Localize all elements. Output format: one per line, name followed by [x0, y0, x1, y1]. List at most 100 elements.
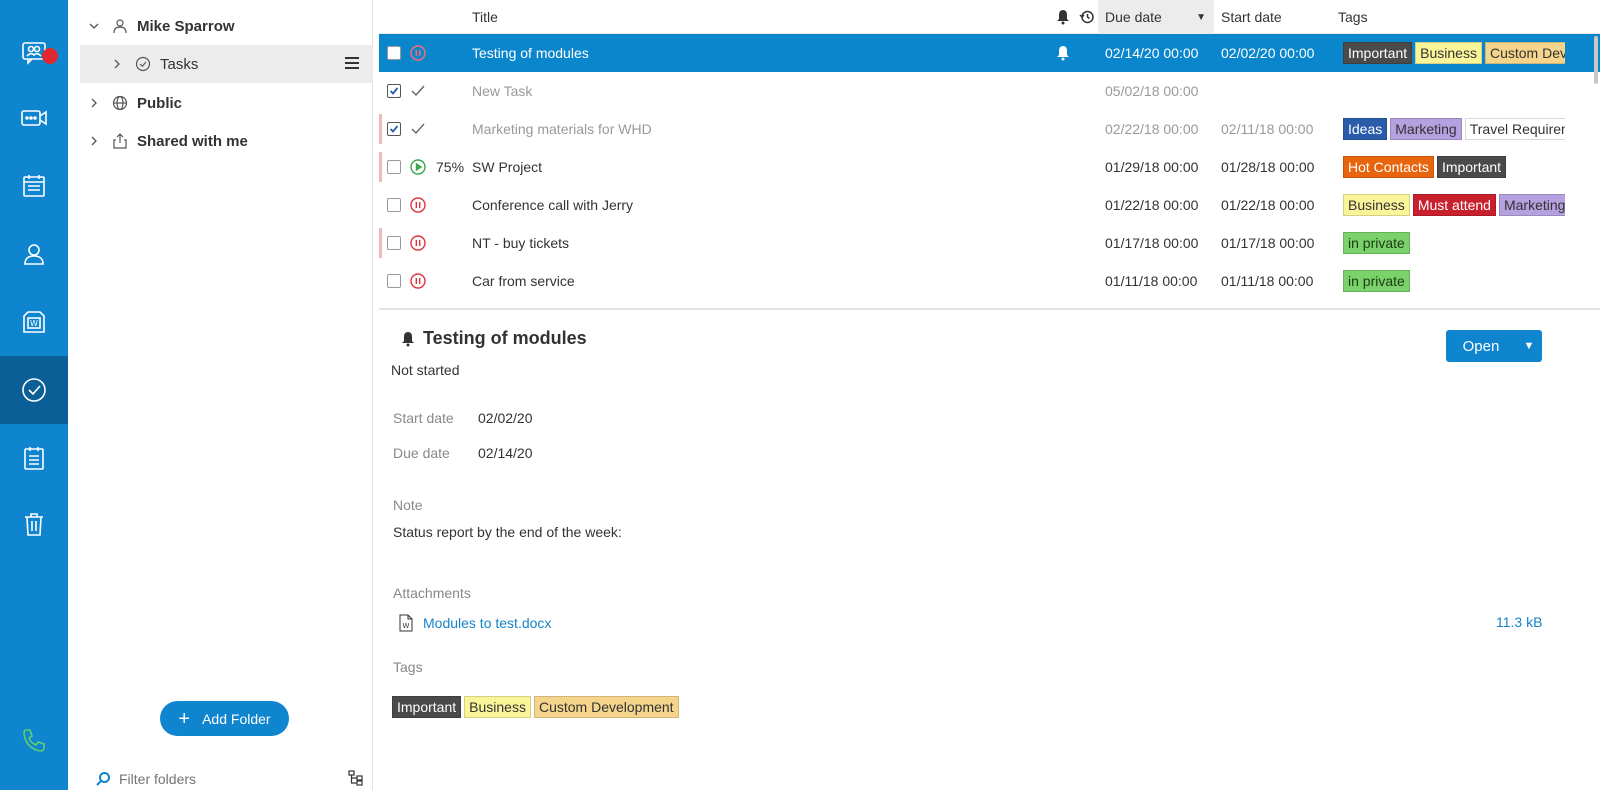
task-row[interactable]: Marketing materials for WHD 02/22/18 00:0…	[379, 110, 1600, 148]
history-icon	[1079, 10, 1094, 24]
task-title: Car from service	[472, 273, 575, 289]
tag: Business	[464, 696, 531, 718]
folder-tree-icon[interactable]	[348, 770, 364, 786]
search-icon	[96, 772, 110, 786]
rail-notes-button[interactable]	[0, 424, 68, 492]
globe-icon	[111, 94, 129, 112]
attachment-link[interactable]: Modules to test.docx	[423, 615, 551, 631]
folder-tasks-label: Tasks	[160, 55, 199, 73]
task-checkbox[interactable]	[387, 84, 401, 98]
chevron-right-icon[interactable]	[110, 57, 124, 71]
menu-icon[interactable]	[345, 56, 359, 70]
bell-icon	[1057, 10, 1069, 25]
task-checkbox[interactable]	[387, 46, 401, 60]
detail-status: Not started	[391, 362, 460, 378]
task-tags: IdeasMarketingTravel Requirements	[1343, 110, 1565, 148]
task-checkbox[interactable]	[387, 198, 401, 212]
task-due-date: 01/11/18 00:00	[1105, 273, 1198, 289]
tag: Ideas	[1343, 118, 1388, 140]
task-list-header: Title Due date ▼ Start date Tags	[379, 0, 1600, 34]
bell-icon	[402, 331, 414, 346]
paused-status-icon[interactable]	[410, 186, 426, 224]
task-tags: in private	[1343, 262, 1565, 300]
phone-icon	[23, 729, 45, 752]
tag: Important	[1343, 42, 1413, 64]
rail-phone-button[interactable]	[0, 706, 68, 774]
column-header-title[interactable]: Title	[472, 0, 498, 34]
tag: Must attend	[1412, 194, 1496, 216]
tag: Important	[392, 696, 462, 718]
folder-public-label: Public	[137, 94, 183, 112]
attachments-label: Attachments	[393, 585, 471, 601]
filter-folders	[95, 768, 365, 790]
task-row[interactable]: NT - buy tickets 01/17/18 00:00 01/17/18 0…	[379, 224, 1600, 262]
chevron-right-icon[interactable]	[87, 134, 101, 148]
play-status-icon[interactable]	[410, 148, 426, 186]
rail-video-button[interactable]	[0, 84, 68, 152]
task-tags: Hot Contacts Important	[1343, 148, 1565, 186]
column-header-history[interactable]	[1079, 0, 1095, 34]
column-header-tags[interactable]: Tags	[1338, 0, 1368, 34]
open-button[interactable]: Open ▼	[1446, 330, 1542, 362]
caret-down-icon[interactable]: ▼	[1516, 340, 1542, 352]
task-title: Marketing materials for WHD	[472, 121, 652, 137]
paused-status-icon[interactable]	[410, 262, 426, 300]
task-tags	[1343, 72, 1565, 110]
scrollbar-thumb[interactable]	[1594, 36, 1598, 84]
rail-tasks-button[interactable]	[0, 356, 68, 424]
checkmark-icon	[389, 125, 399, 133]
task-row[interactable]: New Task 05/02/18 00:00	[379, 72, 1600, 110]
task-progress: 75%	[436, 159, 465, 175]
tasks-icon	[22, 378, 46, 402]
contacts-icon	[24, 244, 44, 265]
done-check-icon[interactable]	[410, 110, 426, 148]
calendar-icon	[23, 175, 45, 197]
tag: Important	[1436, 156, 1507, 178]
rail-contacts-button[interactable]	[0, 220, 68, 288]
trash-icon	[25, 513, 43, 536]
paused-status-icon[interactable]	[410, 34, 426, 72]
chevron-right-icon[interactable]	[87, 96, 101, 110]
task-row[interactable]: 75% SW Project 01/29/18 00:00 01/28/18 00:0…	[379, 148, 1600, 186]
share-icon	[111, 132, 129, 150]
attachment-size: 11.3 kB	[1496, 614, 1543, 630]
task-start-date: 01/22/18 00:00	[1221, 197, 1315, 213]
folder-shared[interactable]: Shared with me	[68, 122, 373, 160]
task-row[interactable]: Conference call with Jerry 01/22/18 00:00…	[379, 186, 1600, 224]
add-folder-button[interactable]: + Add Folder	[160, 701, 289, 736]
done-check-icon[interactable]	[410, 72, 426, 110]
folder-public[interactable]: Public	[68, 84, 373, 122]
rail-chat-button[interactable]	[0, 18, 68, 86]
note-label: Note	[393, 497, 423, 513]
filter-folders-input[interactable]	[119, 771, 319, 787]
rail-documents-button[interactable]: W	[0, 288, 68, 356]
folder-owner[interactable]: Mike Sparrow	[68, 7, 373, 45]
chevron-down-icon[interactable]	[87, 19, 101, 33]
rail-trash-button[interactable]	[0, 490, 68, 558]
rail-calendar-button[interactable]	[0, 152, 68, 220]
task-row[interactable]: Car from service 01/11/18 00:00 01/11/18 0…	[379, 262, 1600, 300]
task-row[interactable]: Testing of modules 02/14/20 00:00 02/02/20…	[379, 34, 1600, 72]
column-header-start[interactable]: Start date	[1221, 0, 1282, 34]
task-checkbox[interactable]	[387, 160, 401, 174]
task-due-date: 01/29/18 00:00	[1105, 159, 1199, 175]
folder-owner-label: Mike Sparrow	[137, 17, 235, 35]
folder-tasks[interactable]: Tasks	[80, 45, 373, 83]
task-checkbox[interactable]	[387, 274, 401, 288]
priority-indicator	[379, 114, 382, 144]
tag: Business	[1343, 194, 1410, 216]
open-button-label: Open	[1462, 337, 1500, 355]
task-due-date: 01/22/18 00:00	[1105, 197, 1199, 213]
note-value: Status report by the end of the week:	[393, 524, 622, 540]
tag: in private	[1343, 270, 1410, 292]
task-title: New Task	[472, 83, 533, 99]
paused-status-icon[interactable]	[410, 224, 426, 262]
task-checkbox[interactable]	[387, 122, 401, 136]
attachment-item: W Modules to test.docx	[399, 614, 551, 632]
folder-shared-label: Shared with me	[137, 132, 248, 150]
column-header-reminder[interactable]	[1056, 0, 1070, 34]
checkmark-icon	[389, 87, 399, 95]
column-header-due[interactable]: Due date ▼	[1098, 0, 1214, 34]
sort-desc-icon: ▼	[1196, 11, 1206, 23]
task-checkbox[interactable]	[387, 236, 401, 250]
